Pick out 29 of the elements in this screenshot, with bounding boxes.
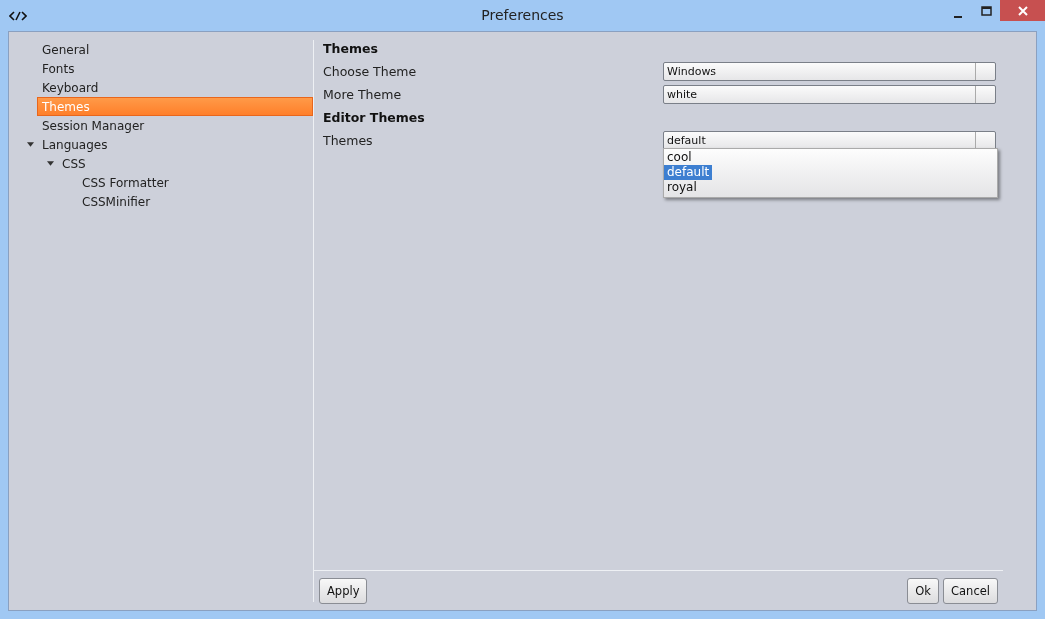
section-heading: Themes [323, 41, 378, 56]
tree-item[interactable]: CSSMinifier [37, 192, 313, 211]
tree-item[interactable]: Fonts [37, 59, 313, 78]
section-heading: Editor Themes [323, 110, 425, 125]
tree-item[interactable]: Languages [37, 135, 313, 154]
code-icon [9, 9, 27, 22]
apply-button[interactable]: Apply [319, 578, 368, 604]
tree-item[interactable]: CSS [37, 154, 313, 173]
field-label: More Theme [323, 87, 403, 102]
cancel-button[interactable]: Cancel [943, 578, 998, 604]
dropdown-option[interactable]: default [664, 165, 713, 180]
dropdown[interactable]: white [663, 85, 996, 104]
close-button[interactable] [1000, 0, 1045, 21]
tree-item[interactable]: CSS Formatter [37, 173, 313, 192]
dropdown[interactable]: Windows [663, 62, 996, 81]
ok-button[interactable]: Ok [907, 578, 940, 604]
tree-item[interactable]: General [37, 40, 313, 59]
tree-item[interactable]: Session Manager [37, 116, 313, 135]
caret-icon[interactable] [27, 141, 34, 148]
dropdown-option[interactable]: cool [664, 150, 710, 165]
field-label: Themes [323, 133, 374, 148]
close-icon [1017, 5, 1028, 16]
maximize-icon [980, 5, 992, 16]
dropdown-option[interactable]: royal [664, 180, 710, 195]
field-label: Choose Theme [323, 64, 418, 79]
minimize-icon [954, 15, 962, 18]
tree-item[interactable]: Keyboard [37, 78, 313, 97]
caret-icon[interactable] [47, 160, 54, 167]
window-title: Preferences [481, 7, 564, 23]
